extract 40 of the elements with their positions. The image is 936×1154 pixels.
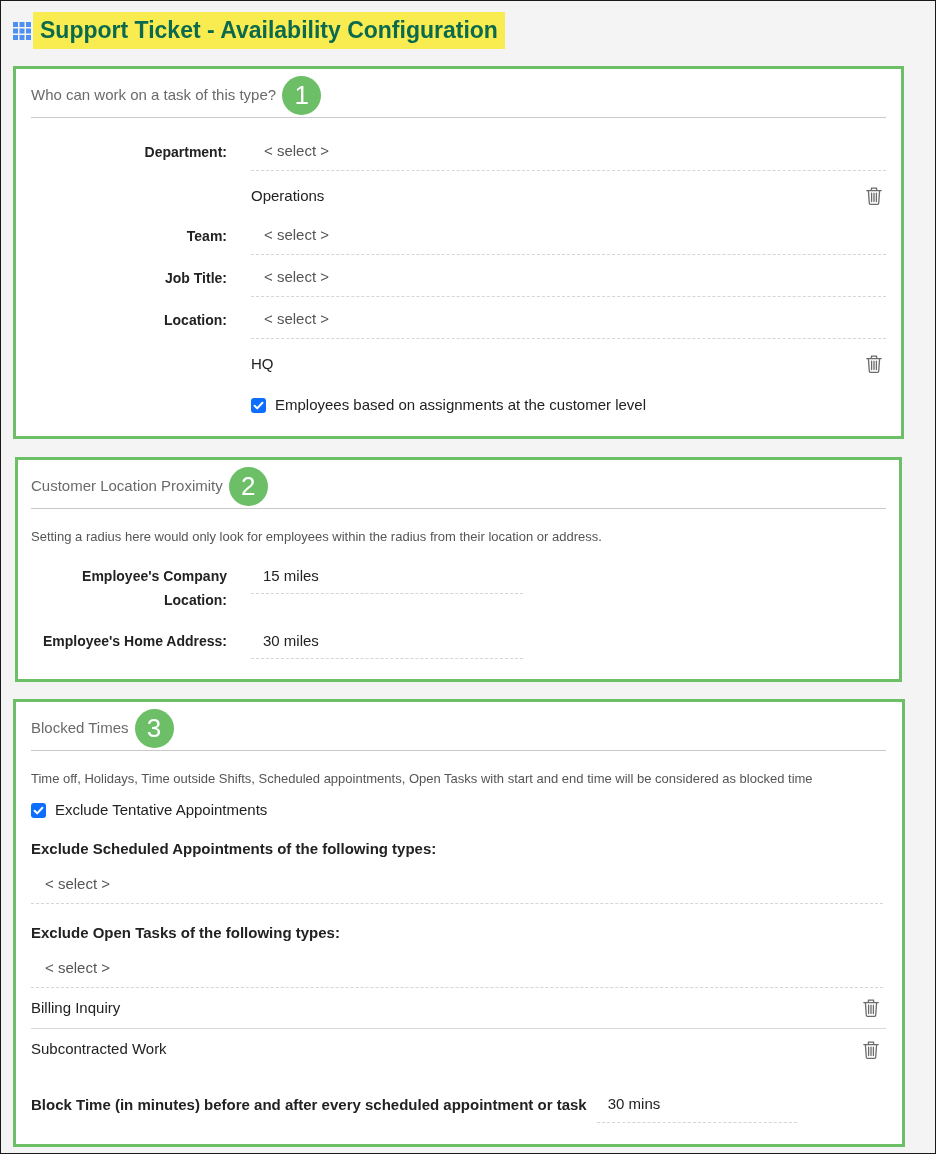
select-field[interactable]: < select > — [251, 301, 886, 339]
checkbox[interactable] — [31, 802, 46, 818]
checkbox-label[interactable]: Employees based on assignments at the customer level — [275, 393, 647, 417]
select-field[interactable]: < select > — [251, 259, 886, 297]
selected-item: Operations — [251, 185, 325, 206]
section-description: Setting a radius here would only look for employees within the radius from their location or address. — [31, 528, 603, 546]
field-label: Employee's Home Address: — [41, 632, 227, 651]
trash-icon[interactable] — [863, 1040, 879, 1059]
field-label: Block Time (in minutes) before and after every scheduled appointment or task — [31, 1095, 587, 1115]
section-heading: Customer Location Proximity — [31, 475, 223, 496]
number-marker: 1 — [282, 75, 322, 115]
trash-icon[interactable] — [866, 355, 882, 373]
field-label: Job Title: — [164, 269, 227, 288]
field-label: Department: — [143, 143, 227, 162]
field-label: Employee's Company Location: — [81, 567, 227, 610]
selected-item: HQ — [251, 353, 274, 374]
section-heading: Who can work on a task of this type? — [31, 84, 277, 105]
checkbox-label[interactable]: Exclude Tentative Appointments — [55, 798, 268, 822]
field-label: Exclude Scheduled Appointments of the following types: — [31, 838, 437, 859]
select-field[interactable]: < select > — [251, 217, 886, 255]
number-marker: 3 — [134, 708, 174, 748]
section-heading: Blocked Times — [31, 717, 129, 738]
input-field[interactable]: 15 miles — [251, 564, 523, 594]
field-label: Location: — [163, 311, 227, 330]
checkbox[interactable] — [251, 397, 266, 413]
section-description: Time off, Holidays, Time outside Shifts, Scheduled appointments, Open Tasks with start and end time will be considered as blocked time — [31, 770, 814, 788]
select-field[interactable]: < select > — [31, 866, 883, 904]
field-label: Team: — [185, 227, 227, 246]
page-title: Support Ticket - Availability Configuration — [33, 12, 505, 49]
select-field[interactable]: < select > — [251, 133, 886, 171]
input-field[interactable]: 30 miles — [251, 629, 523, 659]
selected-item: Billing Inquiry — [31, 997, 121, 1018]
input-field[interactable]: 30 mins — [596, 1087, 797, 1123]
select-field[interactable]: < select > — [31, 950, 883, 988]
trash-icon[interactable] — [866, 187, 882, 205]
grid-icon[interactable] — [13, 21, 31, 40]
selected-item: Subcontracted Work — [31, 1039, 167, 1060]
field-label: Exclude Open Tasks of the following types: — [31, 922, 340, 943]
trash-icon[interactable] — [863, 999, 879, 1017]
number-marker: 2 — [228, 466, 268, 506]
